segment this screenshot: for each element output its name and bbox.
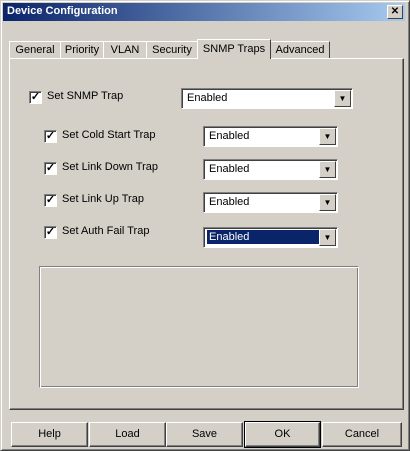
load-button[interactable]: Load xyxy=(89,422,166,447)
help-button[interactable]: Help xyxy=(11,422,88,447)
close-icon: ✕ xyxy=(390,6,400,17)
ok-button[interactable]: OK xyxy=(244,421,321,448)
window-title: Device Configuration xyxy=(7,5,118,17)
tab-snmp-traps[interactable]: SNMP Traps xyxy=(197,39,271,59)
device-configuration-window: Device Configuration ✕ General Priority … xyxy=(0,0,410,451)
tab-priority[interactable]: Priority xyxy=(60,41,104,58)
close-button[interactable]: ✕ xyxy=(387,5,403,19)
tab-advanced[interactable]: Advanced xyxy=(270,41,330,58)
tab-general[interactable]: General xyxy=(9,41,61,58)
cancel-button[interactable]: Cancel xyxy=(322,422,402,447)
snmp-traps-panel xyxy=(9,58,404,410)
save-button[interactable]: Save xyxy=(166,422,243,447)
tab-security[interactable]: Security xyxy=(146,41,198,58)
tab-vlan[interactable]: VLAN xyxy=(103,41,147,58)
title-bar[interactable]: Device Configuration ✕ xyxy=(3,3,405,21)
